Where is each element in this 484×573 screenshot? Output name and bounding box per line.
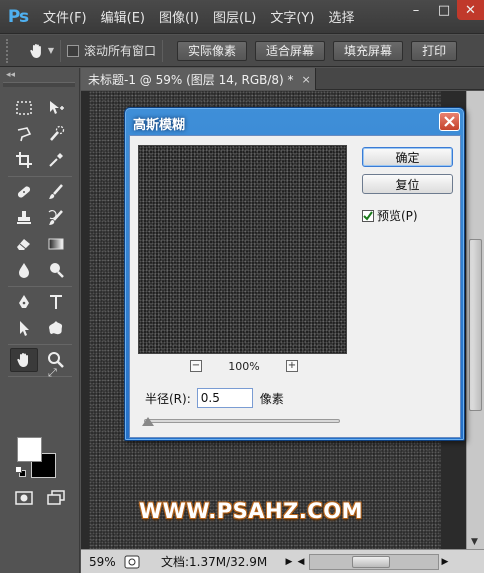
menu-bar: Ps 文件(F) 编辑(E) 图像(I) 图层(L) 文字(Y) 选择 – □ … [0, 0, 484, 34]
actual-pixels-button[interactable]: 实际像素 [177, 40, 248, 61]
tool-preset-picker[interactable]: ▼ [28, 39, 54, 63]
reset-button[interactable]: 复位 [362, 174, 453, 194]
path-selection-icon[interactable] [10, 316, 38, 340]
zoom-out-button[interactable]: − [190, 360, 202, 372]
status-bar: 59% 文档:1.37M/32.9M ▶ ◀ ▶ [81, 549, 484, 573]
tools-divider [8, 176, 72, 177]
tools-divider [8, 376, 72, 377]
rectangular-marquee-icon[interactable] [10, 96, 38, 120]
maximize-button[interactable]: □ [431, 0, 457, 20]
quick-mask-icon[interactable] [10, 486, 38, 510]
hand-icon[interactable] [10, 348, 38, 372]
tools-divider [8, 344, 72, 345]
dodge-icon[interactable] [42, 258, 70, 282]
hand-icon [30, 43, 41, 58]
healing-brush-icon[interactable] [10, 180, 38, 204]
fit-screen-button[interactable]: 适合屏幕 [255, 40, 326, 61]
menu-image[interactable]: 图像(I) [152, 7, 206, 26]
swap-colors-icon[interactable]: ⤢ [48, 366, 57, 380]
scroll-all-windows-label: 滚动所有窗口 [84, 44, 157, 58]
eraser-icon[interactable] [10, 232, 38, 256]
ok-button[interactable]: 确定 [362, 147, 453, 167]
collapse-panel-icon[interactable]: ◂◂ [6, 70, 15, 80]
radius-slider-thumb[interactable] [142, 417, 154, 426]
menu-edit[interactable]: 编辑(E) [94, 7, 152, 26]
preview-label: 预览(P) [377, 209, 418, 223]
panel-grip[interactable] [3, 82, 75, 87]
scroll-all-windows-checkbox[interactable] [67, 44, 79, 57]
foreground-color-swatch[interactable] [17, 437, 42, 462]
eyedropper-icon[interactable] [42, 148, 70, 172]
document-tab-strip: 未标题-1 @ 59% (图层 14, RGB/8) * × [81, 68, 484, 90]
brush-icon[interactable] [42, 180, 70, 204]
menu-layer[interactable]: 图层(L) [206, 7, 263, 26]
radius-input[interactable] [196, 388, 253, 408]
pen-icon[interactable] [10, 290, 38, 314]
minimize-button[interactable]: – [401, 0, 431, 20]
gaussian-blur-dialog: 高斯模糊 − 100% + 确定 复位 预览(P) 半径(R): 像素 [124, 107, 465, 441]
scroll-down-icon[interactable]: ▼ [471, 537, 478, 547]
clone-stamp-icon[interactable] [10, 206, 38, 230]
chevron-down-icon: ▼ [47, 46, 54, 55]
preview-checkbox[interactable] [362, 209, 374, 222]
options-bar: ▼ 滚动所有窗口 实际像素 适合屏幕 填充屏幕 打印 [0, 35, 484, 67]
app-logo: Ps [7, 6, 29, 27]
menu-select[interactable]: 选择 [321, 7, 361, 26]
blur-preview[interactable] [138, 145, 347, 354]
dialog-body: − 100% + 确定 复位 预览(P) 半径(R): 像素 [129, 135, 461, 438]
zoom-level[interactable]: 59% [81, 555, 121, 569]
close-tab-icon[interactable]: × [302, 73, 311, 86]
dialog-close-button[interactable] [439, 112, 460, 131]
blur-icon[interactable] [10, 258, 38, 282]
vertical-scroll-thumb[interactable] [469, 239, 482, 411]
quick-selection-icon[interactable] [42, 122, 70, 146]
document-tab[interactable]: 未标题-1 @ 59% (图层 14, RGB/8) * × [81, 68, 316, 90]
checkmark-icon [363, 210, 373, 221]
history-brush-icon[interactable] [42, 206, 70, 230]
default-colors-icon[interactable] [15, 466, 26, 477]
divider [60, 39, 61, 62]
move-icon[interactable] [42, 96, 70, 120]
options-grip[interactable] [6, 38, 14, 63]
preview-option[interactable]: 预览(P) [362, 207, 418, 224]
horizontal-scrollbar[interactable] [309, 553, 439, 570]
tools-panel: ◂◂ ⤢ [0, 68, 80, 573]
close-window-button[interactable]: ✕ [457, 0, 484, 20]
document-size: 文档:1.37M/32.9M [161, 555, 268, 569]
menu-file[interactable]: 文件(F) [36, 7, 94, 26]
tools-divider [8, 286, 72, 287]
divider [162, 39, 164, 62]
scroll-right-icon[interactable]: ▶ [439, 557, 451, 567]
type-icon[interactable] [42, 290, 70, 314]
custom-shape-icon[interactable] [42, 316, 70, 340]
fill-screen-button[interactable]: 填充屏幕 [333, 40, 404, 61]
vertical-scrollbar[interactable]: ▼ [466, 91, 484, 549]
photoshop-window: Ps 文件(F) 编辑(E) 图像(I) 图层(L) 文字(Y) 选择 – □ … [0, 0, 484, 573]
menu-type[interactable]: 文字(Y) [263, 7, 321, 26]
radius-slider[interactable] [144, 419, 340, 423]
close-icon [444, 116, 455, 127]
radius-row: 半径(R): 像素 [145, 388, 284, 408]
preview-zoom-level: 100% [228, 359, 260, 373]
watermark: WWW.PSAHZ.COM [139, 499, 363, 523]
zoom-in-button[interactable]: + [285, 360, 298, 372]
radius-unit: 像素 [259, 391, 284, 406]
document-tab-title: 未标题-1 @ 59% (图层 14, RGB/8) * [88, 72, 294, 87]
crop-icon[interactable] [10, 148, 38, 172]
screen-mode-icon[interactable] [42, 486, 70, 510]
dialog-title: 高斯模糊 [133, 118, 186, 133]
scroll-left-icon[interactable]: ◀ [295, 557, 307, 567]
status-menu-arrow-icon[interactable]: ▶ [283, 557, 295, 567]
print-size-button[interactable]: 打印 [411, 40, 458, 61]
status-info-icon[interactable] [121, 554, 143, 570]
preview-zoom-controls: − 100% + [190, 358, 298, 374]
horizontal-scroll-thumb[interactable] [352, 555, 390, 568]
radius-label: 半径(R): [145, 391, 191, 406]
lasso-icon[interactable] [10, 122, 38, 146]
gradient-icon[interactable] [42, 232, 70, 256]
